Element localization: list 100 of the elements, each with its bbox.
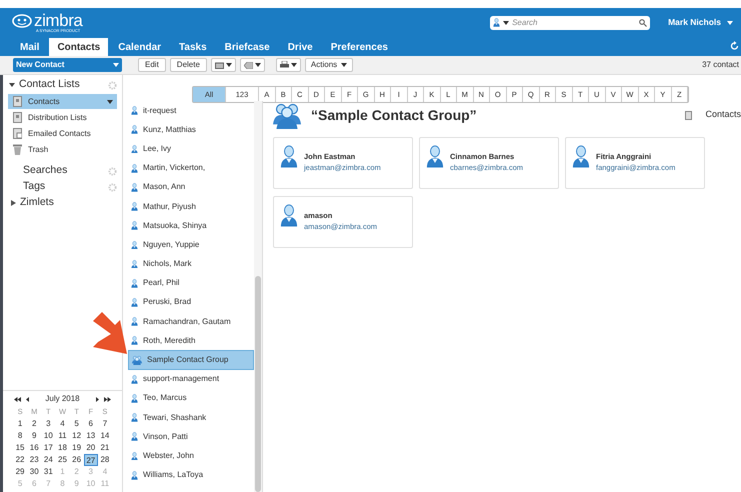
calendar-day[interactable]: 6 [84,418,98,430]
person-icon [280,204,298,226]
search-bar[interactable]: Search [490,16,650,30]
calendar-day[interactable]: 22 [13,454,28,466]
calendar-day[interactable]: 1 [13,418,28,430]
month-title[interactable]: July 2018 [29,393,96,405]
previous-month-icon[interactable] [26,396,29,402]
app-tab[interactable]: Preferences [322,38,396,56]
calendar-day[interactable]: 27 [84,454,98,466]
caret-icon [727,20,733,24]
calendar-day[interactable]: 23 [27,454,42,466]
new-contact-button[interactable]: New Contact [13,58,122,72]
section-header[interactable]: Searches [23,163,104,179]
contact-list-item[interactable]: Mason, Ann [128,178,254,197]
contact-list-item[interactable]: Roth, Meredith [128,331,254,350]
print-button[interactable] [276,58,301,72]
address-book-icon [13,128,22,139]
calendar-day[interactable]: 11 [55,430,70,442]
expander-icon[interactable] [9,82,15,88]
calendar-day[interactable]: 8 [13,430,28,442]
calendar-day[interactable]: 14 [98,430,112,442]
tag-button[interactable] [240,58,265,72]
logo-icon [12,14,32,28]
section-header[interactable]: Contact Lists [19,77,104,93]
calendar-day[interactable]: 16 [27,442,42,454]
search-icon[interactable] [639,18,648,26]
next-month-icon[interactable] [96,396,99,402]
calendar-day[interactable]: 15 [13,442,28,454]
calendar-day[interactable]: 20 [84,442,98,454]
calendar-day[interactable]: 26 [70,454,84,466]
contact-list-item[interactable]: Martin, Vickerton, [128,158,254,178]
next-year-icon[interactable] [104,396,111,402]
caret-icon [254,63,261,67]
app-tab[interactable]: Drive [280,38,321,56]
app-tab[interactable]: Tasks [171,38,215,56]
scrollbar-thumb[interactable] [255,276,261,492]
calendar-day[interactable]: 13 [84,430,98,442]
contact-list-item[interactable]: Tewari, Shashank [128,408,254,428]
person-icon [131,432,138,442]
contact-list-item[interactable]: Teo, Marcus [128,388,254,408]
search-field[interactable]: Search [512,16,636,28]
calendar-day[interactable]: 21 [98,442,112,454]
calendar-day[interactable]: 30 [27,466,42,478]
calendar-day[interactable]: 3 [41,418,56,430]
calendar-day[interactable]: 18 [55,442,70,454]
previous-year-icon[interactable] [14,396,21,402]
contact-list-item[interactable]: Pearl, Phil [128,274,254,293]
calendar-day[interactable]: 10 [41,430,56,442]
contact-list-item[interactable]: Kunz, Matthias [128,120,254,140]
actions-button[interactable]: Actions [304,58,354,72]
calendar-day[interactable]: 7 [98,418,112,430]
person-icon [131,106,138,115]
refresh-icon[interactable] [730,41,739,51]
contact-list-item[interactable]: Ramachandran, Gautam [128,312,254,332]
calendar-day[interactable]: 4 [55,418,70,430]
toolbar-button[interactable]: Edit [138,58,166,72]
contact-list-item[interactable]: Matsuoka, Shinya [128,216,254,236]
calendar-day[interactable]: 29 [13,466,28,478]
calendar-day[interactable]: 12 [70,430,84,442]
calendar-day[interactable]: 28 [98,454,112,466]
group-icon [273,101,301,129]
toolbar-button[interactable]: Delete [170,58,207,72]
calendar-day[interactable]: 9 [27,430,42,442]
contact-list-item[interactable]: it-request [128,101,254,120]
app-tab[interactable]: Briefcase [216,38,278,56]
app-tab[interactable]: Mail [12,38,48,56]
calendar-day[interactable]: 25 [55,454,70,466]
person-icon [131,202,138,211]
calendar-day[interactable]: 17 [41,442,56,454]
expander-icon[interactable] [11,200,16,206]
contact-list-item[interactable]: Nichols, Mark [128,254,254,274]
person-icon [572,145,590,168]
folder-item[interactable]: Trash [8,142,117,157]
contact-list-item[interactable]: Nguyen, Yuppie [128,235,254,254]
app-tab[interactable]: Calendar [110,38,170,56]
contact-list-item[interactable]: Williams, LaToya [128,466,254,485]
calendar-day[interactable]: 24 [41,454,56,466]
contact-count: 37 contact [702,59,739,71]
contact-list-item[interactable]: Peruski, Brad [128,292,254,312]
calendar-day[interactable]: 2 [27,418,42,430]
contact-list-item[interactable]: Sample Contact Group [128,350,254,370]
folder-item[interactable]: Contacts [8,94,117,109]
person-icon [131,278,138,288]
section-header[interactable]: Zimlets [20,195,117,211]
contact-list-item[interactable]: support-management [128,370,254,389]
app-tab[interactable]: Contacts [49,38,108,56]
calendar-day[interactable]: 19 [70,442,84,454]
calendar-day[interactable]: 31 [41,466,56,478]
contact-list-item[interactable]: Mathur, Piyush [128,196,254,216]
move-button[interactable] [210,58,236,72]
folder-item[interactable]: Emailed Contacts [8,126,117,141]
contact-list-item[interactable]: Vinson, Patti [128,427,254,446]
user-name[interactable]: Mark Nichols [668,16,721,29]
person-icon [131,317,138,326]
section-header[interactable]: Tags [23,179,104,195]
contact-list-item[interactable]: Lee, Ivy [128,139,254,159]
folder-item[interactable]: Distribution Lists [8,110,117,125]
contact-list-item[interactable]: Webster, John [128,446,254,466]
calendar-day[interactable]: 5 [70,418,84,430]
tag-icon [244,62,253,68]
